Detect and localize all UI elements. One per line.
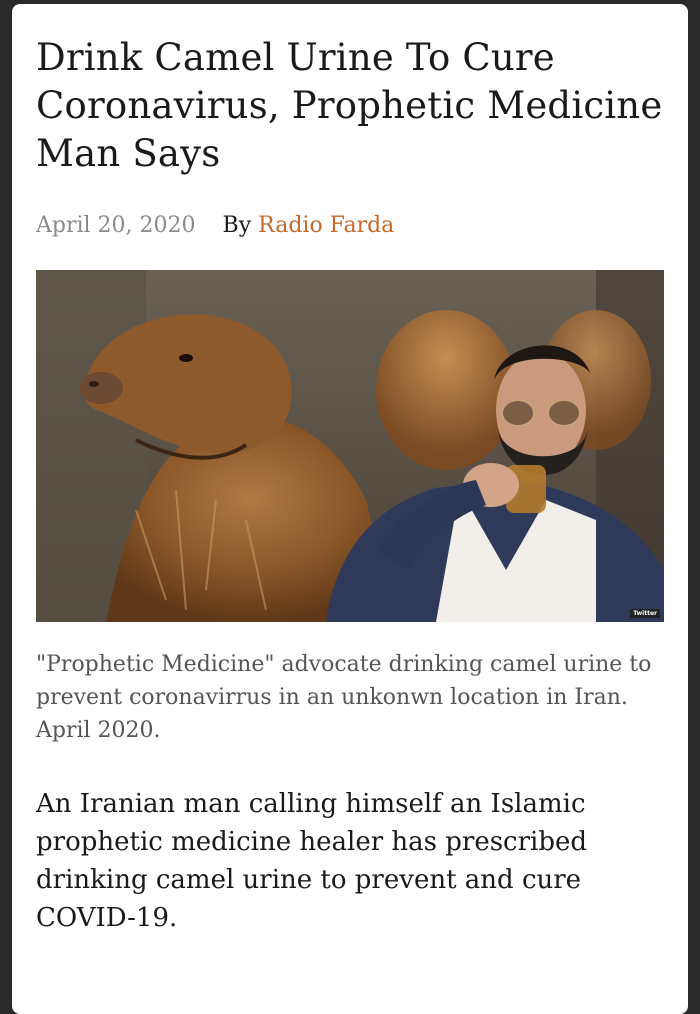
camel-man-illustration	[36, 270, 664, 622]
image-watermark: Twitter	[630, 609, 660, 618]
article-card: Drink Camel Urine To Cure Coronavirus, P…	[12, 4, 688, 1014]
article-body: An Iranian man calling himself an Islami…	[36, 789, 588, 933]
byline: By Radio Farda	[223, 213, 395, 238]
article-meta: April 20, 2020 By Radio Farda	[36, 212, 664, 240]
article-date: April 20, 2020	[36, 213, 196, 238]
article-image[interactable]: Twitter	[36, 270, 664, 622]
article-title: Drink Camel Urine To Cure Coronavirus, P…	[36, 36, 663, 175]
author-link[interactable]: Radio Farda	[258, 213, 394, 238]
image-caption: "Prophetic Medicine" advocate drinking c…	[36, 652, 652, 743]
byline-label: By	[222, 213, 252, 238]
